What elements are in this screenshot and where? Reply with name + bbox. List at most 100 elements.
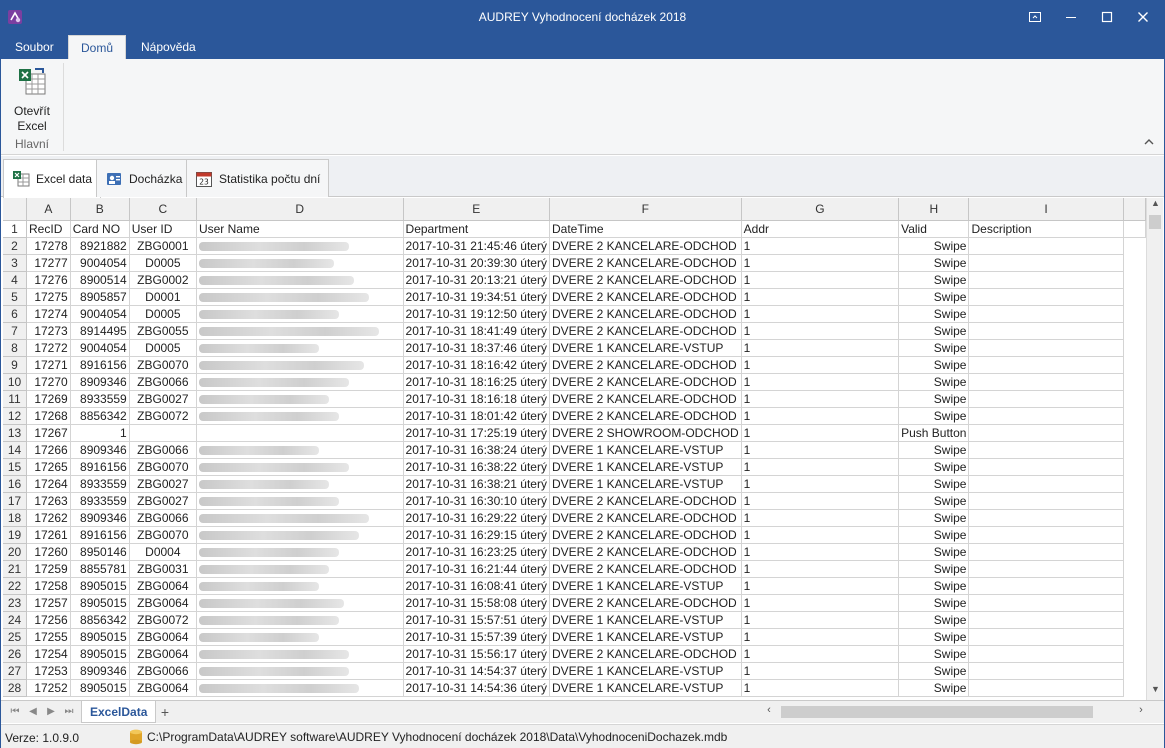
table-cell[interactable]: DVERE 1 KANCELARE-VSTUP [549, 628, 742, 646]
table-cell[interactable]: Swipe [898, 339, 970, 357]
table-cell[interactable]: 8905015 [70, 594, 130, 612]
table-cell[interactable]: 1 [741, 356, 900, 374]
table-cell[interactable]: 1 [741, 407, 900, 425]
table-cell[interactable] [196, 628, 404, 646]
table-cell[interactable]: 2017-10-31 15:56:17 úterý [403, 645, 550, 663]
table-cell[interactable] [196, 645, 404, 663]
table-cell[interactable]: 17275 [26, 288, 71, 306]
table-cell[interactable]: DVERE 2 KANCELARE-ODCHOD [549, 526, 742, 544]
table-cell[interactable] [196, 288, 404, 306]
table-cell[interactable] [968, 577, 1124, 595]
table-cell[interactable]: 17259 [26, 560, 71, 578]
table-cell[interactable] [968, 356, 1124, 374]
table-cell[interactable]: DVERE 2 KANCELARE-ODCHOD [549, 288, 742, 306]
table-cell[interactable]: ZBG0055 [129, 322, 197, 340]
table-cell[interactable]: 17254 [26, 645, 71, 663]
table-cell[interactable] [968, 645, 1124, 663]
column-header-c[interactable]: C [129, 198, 197, 221]
ribbon-tab-help[interactable]: Nápověda [129, 35, 208, 59]
table-cell[interactable]: 2017-10-31 15:57:39 úterý [403, 628, 550, 646]
table-cell[interactable]: 1 [741, 543, 900, 561]
table-cell[interactable] [968, 322, 1124, 340]
table-cell[interactable]: ZBG0027 [129, 492, 197, 510]
ribbon-display-options-button[interactable] [1017, 1, 1053, 33]
table-cell[interactable]: 8856342 [70, 611, 130, 629]
table-cell[interactable] [968, 543, 1124, 561]
table-cell[interactable]: 2017-10-31 15:58:08 úterý [403, 594, 550, 612]
table-cell[interactable] [968, 254, 1124, 272]
table-cell[interactable]: ZBG0070 [129, 526, 197, 544]
table-cell[interactable]: 2017-10-31 16:29:22 úterý [403, 509, 550, 527]
table-cell[interactable]: 1 [741, 237, 900, 255]
table-cell[interactable]: 17274 [26, 305, 71, 323]
table-cell[interactable]: 2017-10-31 18:01:42 úterý [403, 407, 550, 425]
table-cell[interactable] [968, 373, 1124, 391]
table-cell[interactable]: Swipe [898, 441, 970, 459]
collapse-ribbon-button[interactable] [1144, 137, 1154, 149]
table-cell[interactable]: 8914495 [70, 322, 130, 340]
table-cell[interactable] [196, 271, 404, 289]
table-cell[interactable]: Swipe [898, 509, 970, 527]
table-cell[interactable]: 1 [741, 322, 900, 340]
last-sheet-button[interactable]: ⏭ [61, 704, 77, 720]
table-cell[interactable]: ZBG0070 [129, 356, 197, 374]
table-cell[interactable]: Swipe [898, 322, 970, 340]
row-header[interactable]: 10 [3, 373, 28, 391]
table-cell[interactable]: 2017-10-31 18:16:18 úterý [403, 390, 550, 408]
table-cell[interactable]: D0005 [129, 254, 197, 272]
table-cell[interactable]: 2017-10-31 16:08:41 úterý [403, 577, 550, 595]
table-cell[interactable]: 8905015 [70, 645, 130, 663]
ribbon-tab-home[interactable]: Domů [68, 35, 127, 59]
table-cell[interactable]: 2017-10-31 17:25:19 úterý [403, 424, 550, 442]
table-cell[interactable] [968, 288, 1124, 306]
table-cell[interactable] [1123, 220, 1146, 238]
row-header[interactable]: 5 [3, 288, 28, 306]
table-cell[interactable]: 17257 [26, 594, 71, 612]
table-cell[interactable]: 17262 [26, 509, 71, 527]
row-header[interactable]: 7 [3, 322, 28, 340]
table-cell[interactable]: 8916156 [70, 458, 130, 476]
field-header-cell[interactable]: Department [403, 220, 550, 238]
table-cell[interactable]: 2017-10-31 16:21:44 úterý [403, 560, 550, 578]
table-cell[interactable] [196, 254, 404, 272]
table-cell[interactable]: Swipe [898, 271, 970, 289]
column-header-d[interactable]: D [196, 198, 404, 221]
table-cell[interactable]: Swipe [898, 288, 970, 306]
row-header[interactable]: 2 [3, 237, 28, 255]
table-cell[interactable]: 1 [741, 560, 900, 578]
table-cell[interactable]: DVERE 2 KANCELARE-ODCHOD [549, 373, 742, 391]
table-cell[interactable]: 1 [741, 679, 900, 697]
table-cell[interactable]: ZBG0066 [129, 373, 197, 391]
table-cell[interactable] [968, 390, 1124, 408]
field-header-cell[interactable]: Addr [741, 220, 900, 238]
row-header[interactable]: 11 [3, 390, 28, 408]
table-cell[interactable]: DVERE 2 KANCELARE-ODCHOD [549, 492, 742, 510]
row-header[interactable]: 15 [3, 458, 28, 476]
table-cell[interactable] [196, 543, 404, 561]
table-cell[interactable]: DVERE 2 KANCELARE-ODCHOD [549, 356, 742, 374]
table-cell[interactable] [196, 339, 404, 357]
table-cell[interactable]: 2017-10-31 14:54:36 úterý [403, 679, 550, 697]
column-header-i[interactable]: I [968, 198, 1124, 221]
table-cell[interactable]: 17261 [26, 526, 71, 544]
field-header-cell[interactable]: User Name [196, 220, 404, 238]
table-cell[interactable] [196, 560, 404, 578]
table-cell[interactable] [968, 611, 1124, 629]
table-cell[interactable] [196, 407, 404, 425]
table-cell[interactable]: 2017-10-31 16:38:22 úterý [403, 458, 550, 476]
table-cell[interactable]: 17266 [26, 441, 71, 459]
table-cell[interactable]: D0004 [129, 543, 197, 561]
table-cell[interactable]: ZBG0070 [129, 458, 197, 476]
table-cell[interactable] [968, 441, 1124, 459]
table-cell[interactable]: 8855781 [70, 560, 130, 578]
table-cell[interactable]: 8916156 [70, 526, 130, 544]
table-cell[interactable] [968, 628, 1124, 646]
table-cell[interactable]: 2017-10-31 16:38:21 úterý [403, 475, 550, 493]
table-cell[interactable]: 2017-10-31 16:30:10 úterý [403, 492, 550, 510]
table-cell[interactable] [196, 373, 404, 391]
table-cell[interactable] [196, 356, 404, 374]
table-cell[interactable]: DVERE 2 KANCELARE-ODCHOD [549, 237, 742, 255]
prev-sheet-button[interactable]: ◀ [25, 704, 41, 720]
table-cell[interactable]: ZBG0027 [129, 475, 197, 493]
row-header[interactable]: 27 [3, 662, 28, 680]
